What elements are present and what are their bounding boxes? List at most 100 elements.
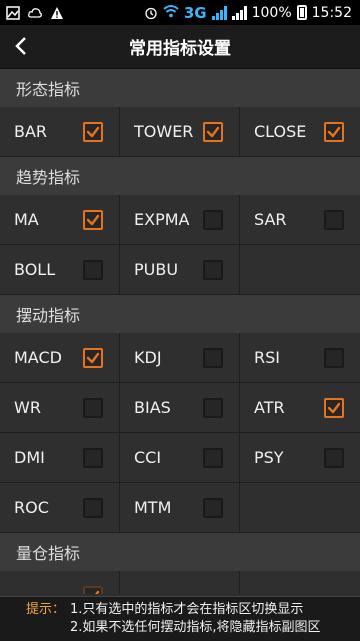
indicator-item-rsi[interactable]: RSI (240, 333, 360, 383)
indicator-label: BIAS (134, 398, 171, 417)
indicator-label: CLOSE (254, 122, 307, 141)
indicator-label: MTM (134, 498, 172, 517)
indicator-item-dmi[interactable]: DMI (0, 433, 120, 483)
indicator-item-close[interactable]: CLOSE (240, 107, 360, 157)
indicator-row: MACD KDJ RSI (0, 333, 360, 383)
section-header-oscillator: 摆动指标 (0, 295, 360, 333)
checkmark-icon (95, 590, 100, 594)
indicator-item-psy[interactable]: PSY (240, 433, 360, 483)
indicator-label: MACD (14, 348, 62, 367)
indicator-item-boll[interactable]: BOLL (0, 245, 120, 295)
indicator-checkbox[interactable] (324, 122, 344, 142)
indicator-checkbox[interactable] (324, 348, 344, 368)
indicator-checkbox[interactable] (203, 498, 223, 518)
indicator-item-ma[interactable]: MA (0, 195, 120, 245)
indicator-item-atr[interactable]: ATR (240, 383, 360, 433)
signal-icon (211, 5, 227, 20)
indicator-label: DMI (14, 448, 45, 467)
indicator-checkbox[interactable] (83, 122, 103, 142)
indicator-item-bar[interactable]: BAR (0, 107, 120, 157)
empty-cell (240, 245, 360, 295)
indicator-checkbox[interactable] (83, 260, 103, 280)
indicator-item-roc[interactable]: ROC (0, 483, 120, 533)
indicator-row (0, 571, 360, 594)
indicator-item-sar[interactable]: SAR (240, 195, 360, 245)
indicator-label: ATR (254, 398, 285, 417)
signal-secondary-icon (231, 5, 247, 20)
indicator-checkbox[interactable] (83, 448, 103, 468)
indicator-label: ROC (14, 498, 49, 517)
status-bar: 3G 100% 15:52 (0, 0, 360, 25)
indicator-checkbox[interactable] (83, 586, 103, 594)
title-bar: 常用指标设置 (0, 25, 360, 69)
warning-icon (50, 6, 64, 20)
battery-percent: 100% (251, 4, 292, 21)
indicator-item-wr[interactable]: WR (0, 383, 120, 433)
cloud-icon (28, 6, 42, 20)
indicator-checkbox[interactable] (203, 448, 223, 468)
tip-label: 提示： (26, 602, 66, 617)
tip-bar: 提示： 1.只有选中的指标才会在指标区切换显示 2.如果不选任何摆动指标,将隐藏… (0, 596, 360, 641)
indicator-checkbox[interactable] (83, 210, 103, 230)
checkmark-icon (206, 126, 220, 138)
section-header-pattern: 形态指标 (0, 69, 360, 107)
indicator-checkbox[interactable] (83, 398, 103, 418)
empty-cell (240, 483, 360, 533)
indicator-checkbox[interactable] (83, 348, 103, 368)
indicator-checkbox[interactable] (324, 448, 344, 468)
indicator-item-macd[interactable]: MACD (0, 333, 120, 383)
indicator-label: BOLL (14, 260, 56, 279)
indicator-checkbox[interactable] (203, 398, 223, 418)
indicator-label: BAR (14, 122, 48, 141)
indicator-row: BAR TOWER CLOSE (0, 107, 360, 157)
indicator-row: ROC MTM (0, 483, 360, 533)
back-button[interactable] (6, 31, 36, 61)
indicator-checkbox[interactable] (83, 498, 103, 518)
empty-cell (120, 571, 240, 594)
section-header-trend: 趋势指标 (0, 157, 360, 195)
indicator-label: TOWER (134, 122, 194, 141)
indicator-item-expma[interactable]: EXPMA (120, 195, 240, 245)
indicator-item-mtm[interactable]: MTM (120, 483, 240, 533)
indicator-item-cci[interactable]: CCI (120, 433, 240, 483)
clock: 15:52 (311, 4, 352, 21)
indicator-checkbox[interactable] (203, 210, 223, 230)
indicator-label: EXPMA (134, 210, 190, 229)
wifi-icon (163, 4, 179, 22)
checkmark-icon (86, 214, 100, 226)
checkmark-icon (327, 126, 341, 138)
checkmark-icon (86, 126, 100, 138)
indicator-row: MA EXPMA SAR (0, 195, 360, 245)
indicator-label: RSI (254, 348, 280, 367)
indicator-item-pubu[interactable]: PUBU (120, 245, 240, 295)
indicator-settings-list[interactable]: 形态指标 BAR TOWER CLOSE 趋势指标 MA EXPMA SAR B… (0, 69, 360, 594)
checkmark-icon (86, 352, 100, 364)
indicator-checkbox[interactable] (203, 348, 223, 368)
page-title: 常用指标设置 (129, 39, 231, 59)
indicator-label: SAR (254, 210, 287, 229)
indicator-item-bias[interactable]: BIAS (120, 383, 240, 433)
chevron-left-icon (15, 37, 26, 55)
indicator-label: CCI (134, 448, 162, 467)
indicator-checkbox[interactable] (203, 122, 223, 142)
image-icon (6, 5, 20, 20)
indicator-checkbox[interactable] (203, 260, 223, 280)
indicator-label: MA (14, 210, 39, 229)
indicator-item-kdj[interactable]: KDJ (120, 333, 240, 383)
section-header-volume: 量仓指标 (0, 533, 360, 571)
indicator-item-tower[interactable]: TOWER (120, 107, 240, 157)
checkmark-icon (327, 402, 341, 414)
tip-line-1: 1.只有选中的指标才会在指标区切换显示 (70, 602, 304, 617)
alarm-icon (144, 6, 158, 20)
indicator-label: PUBU (134, 260, 179, 279)
indicator-row: BOLL PUBU (0, 245, 360, 295)
indicator-label: WR (14, 398, 41, 417)
indicator-row: WR BIAS ATR (0, 383, 360, 433)
indicator-row: DMI CCI PSY (0, 433, 360, 483)
indicator-item-partial[interactable] (0, 571, 120, 594)
indicator-checkbox[interactable] (324, 210, 344, 230)
indicator-checkbox[interactable] (324, 398, 344, 418)
tip-line-2: 2.如果不选任何摆动指标,将隐藏指标副图区 (70, 620, 321, 635)
empty-cell (240, 571, 360, 594)
network-type: 3G (183, 3, 207, 22)
